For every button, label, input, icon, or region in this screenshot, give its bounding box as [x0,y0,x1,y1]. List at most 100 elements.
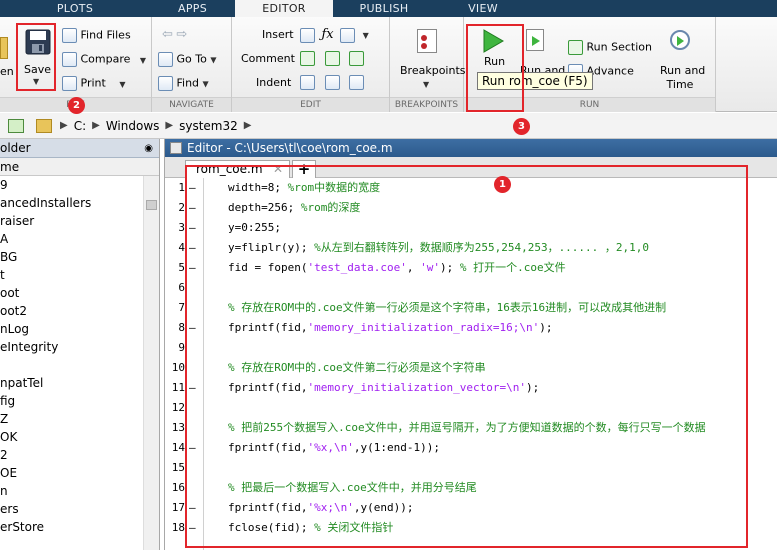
list-item[interactable]: A [0,230,159,248]
list-item[interactable]: 9 [0,176,159,194]
code-line[interactable]: 16 % 把最后一个数据写入.coe文件中，并用分号结尾 [165,478,777,498]
tab-view[interactable]: VIEW [435,0,531,17]
find-button[interactable]: Find ▼ [158,76,209,92]
breakpoint-marker[interactable]: – [189,498,196,518]
list-item[interactable]: fig [0,392,159,410]
list-item[interactable]: OE [0,464,159,482]
save-dropdown-arrow[interactable]: ▼ [33,77,39,86]
code-line[interactable]: 3– y=0:255; [165,218,777,238]
print-dropdown-arrow[interactable]: ▼ [119,80,125,89]
insert-function-icon[interactable] [340,27,356,43]
new-tab-button[interactable]: + [292,160,316,178]
breakpoints-icon[interactable] [417,29,437,53]
breadcrumb-system32[interactable]: system32 [179,119,238,133]
fx-icon[interactable]: ƒx [322,27,334,42]
code-line[interactable]: 13 % 把前255个数据写入.coe文件中，并用逗号隔开，为了方便知道数据的个数… [165,418,777,438]
list-item[interactable]: t [0,266,159,284]
list-item[interactable]: oot [0,284,159,302]
back-forward-buttons[interactable]: ⇦ ⇨ [162,28,187,42]
code-line[interactable]: 9 [165,338,777,358]
indent-button[interactable]: Indent [256,76,291,90]
increase-indent-icon[interactable] [324,75,340,90]
insert-dropdown-arrow[interactable]: ▼ [363,31,369,40]
list-item[interactable]: raiser [0,212,159,230]
uncomment-icon[interactable] [324,51,340,66]
breakpoints-button[interactable]: Breakpoints [400,64,466,78]
file-tab-rom-coe[interactable]: rom_coe.m ✕ [185,160,290,178]
smart-indent-icon[interactable] [300,75,315,90]
tab-apps[interactable]: APPS [150,0,235,17]
list-item[interactable]: erStore [0,518,159,536]
wrap-comments-icon[interactable] [349,51,364,66]
find-files-button[interactable]: Find Files [62,28,131,43]
code-line[interactable]: 6 [165,278,777,298]
code-line[interactable]: 15 [165,458,777,478]
list-item[interactable]: OK [0,428,159,446]
file-list-scrollbar[interactable] [143,176,159,550]
list-item[interactable] [0,356,159,374]
open-folder-icon[interactable] [0,37,8,59]
code-line[interactable]: 5– fid = fopen('test_data.coe', 'w'); % 打… [165,258,777,278]
run-and-time-icon[interactable] [669,29,691,53]
run-section-button[interactable]: Run Section [568,40,652,55]
compare-button[interactable]: Compare ▼ [62,52,146,68]
code-line[interactable]: 8– fprintf(fid,'memory_initialization_rad… [165,318,777,338]
code-line[interactable]: 10 % 存放在ROM中的.coe文件第二行必须是这个字符串 [165,358,777,378]
breakpoint-marker[interactable]: – [189,318,196,338]
code-line[interactable]: 11– fprintf(fid,'memory_initialization_ve… [165,378,777,398]
list-item[interactable]: ancedInstallers [0,194,159,212]
code-line[interactable]: 14– fprintf(fid,'%x,\n',y(1:end-1)); [165,438,777,458]
code-line[interactable]: 1– width=8; %rom中数据的宽度 [165,178,777,198]
breakpoint-marker[interactable]: – [189,378,196,398]
list-item[interactable]: n [0,482,159,500]
code-line[interactable]: 7 % 存放在ROM中的.coe文件第一行必须是这个字符串，16表示16进制，可以… [165,298,777,318]
panel-actions-icon[interactable]: ◉ [144,139,153,158]
forward-arrow-icon[interactable]: ⇨ [176,27,187,42]
code-line[interactable]: 17– fprintf(fid,'%x;\n',y(end)); [165,498,777,518]
list-item[interactable]: oot2 [0,302,159,320]
breadcrumb-drive[interactable]: C: [74,119,86,133]
comment-icon[interactable] [300,51,315,66]
save-button[interactable]: Save ▼ [21,27,55,91]
list-item[interactable]: nLog [0,320,159,338]
back-arrow-icon[interactable]: ⇦ [162,27,173,42]
go-to-button[interactable]: Go To ▼ [158,52,217,68]
breakpoint-marker[interactable]: – [189,438,196,458]
code-line[interactable]: 2– depth=256; %rom的深度 [165,198,777,218]
insert-button[interactable]: Insert [262,28,294,42]
code-area[interactable]: 1– width=8; %rom中数据的宽度 2– depth=256; %rom的深… [165,178,777,550]
print-button[interactable]: Print ▼ [62,76,125,92]
breakpoint-marker[interactable]: – [189,178,196,198]
find-dropdown-arrow[interactable]: ▼ [203,80,209,89]
list-item[interactable]: 2 [0,446,159,464]
tab-publish[interactable]: PUBLISH [333,0,435,17]
run-and-time-button[interactable]: Run and Time [660,64,705,92]
list-item[interactable]: BG [0,248,159,266]
code-line[interactable]: 18– fclose(fid); % 关闭文件指针 [165,518,777,538]
list-item[interactable]: Z [0,410,159,428]
go-to-dropdown-arrow[interactable]: ▼ [210,56,216,65]
tab-plots[interactable]: PLOTS [0,0,150,17]
list-item[interactable]: npatTel [0,374,159,392]
run-button[interactable]: Run [472,25,510,68]
breakpoint-marker[interactable]: – [189,258,196,278]
breadcrumb-windows[interactable]: Windows [106,119,160,133]
breakpoint-marker[interactable]: – [189,518,196,538]
breakpoints-dropdown-arrow[interactable]: ▼ [423,80,429,89]
tab-editor[interactable]: EDITOR [235,0,333,17]
decrease-indent-icon[interactable] [349,75,364,90]
column-header-name[interactable]: me [0,158,159,176]
run-and-advance-icon[interactable] [526,29,544,51]
list-item[interactable]: ers [0,500,159,518]
breakpoint-marker[interactable]: – [189,218,196,238]
close-tab-icon[interactable]: ✕ [273,161,283,178]
comment-button[interactable]: Comment [241,52,295,66]
browse-for-folder-icon[interactable] [8,118,24,133]
scrollbar-thumb[interactable] [146,200,157,210]
code-line[interactable]: 12 [165,398,777,418]
list-item[interactable]: eIntegrity [0,338,159,356]
code-line[interactable]: 4– y=fliplr(y); %从左到右翻转阵列，数据顺序为255,254,25… [165,238,777,258]
breakpoint-marker[interactable]: – [189,198,196,218]
breakpoint-marker[interactable]: – [189,238,196,258]
compare-dropdown-arrow[interactable]: ▼ [140,56,146,65]
